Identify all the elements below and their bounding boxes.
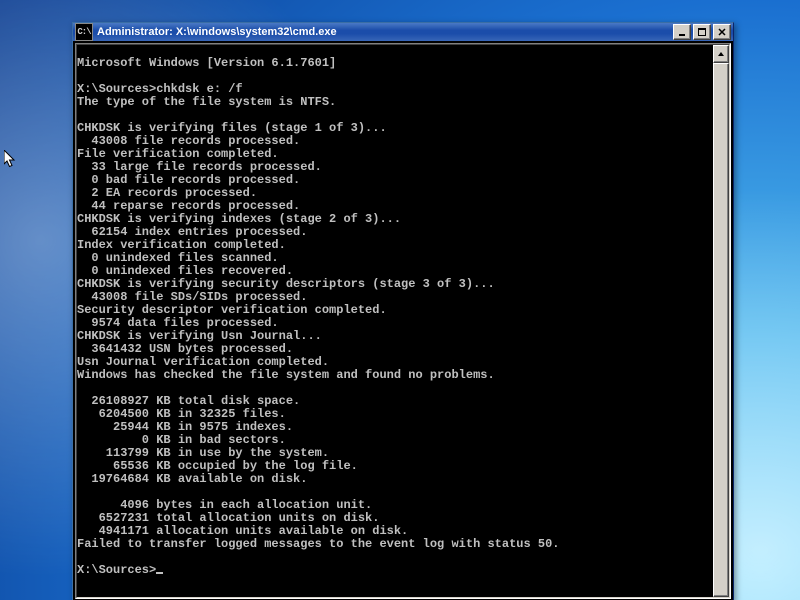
scroll-up-button[interactable] — [713, 45, 729, 63]
chevron-up-icon — [717, 50, 725, 58]
command-prompt-window: C:\ Administrator: X:\windows\system32\c… — [72, 22, 734, 600]
titlebar[interactable]: C:\ Administrator: X:\windows\system32\c… — [73, 23, 733, 41]
minimize-button[interactable] — [673, 24, 691, 40]
maximize-icon — [698, 28, 706, 36]
client-inner: Microsoft Windows [Version 6.1.7601] X:\… — [76, 44, 730, 598]
terminal-output[interactable]: Microsoft Windows [Version 6.1.7601] X:\… — [77, 57, 713, 585]
window-title: Administrator: X:\windows\system32\cmd.e… — [97, 26, 671, 38]
maximize-button[interactable] — [693, 24, 711, 40]
text-cursor — [156, 572, 163, 574]
minimize-icon — [678, 28, 686, 36]
vertical-scrollbar[interactable] — [713, 45, 729, 597]
cmd-icon: C:\ — [75, 23, 93, 41]
close-button[interactable] — [713, 24, 731, 40]
close-icon — [718, 28, 726, 36]
scroll-thumb[interactable] — [713, 63, 729, 597]
mouse-cursor — [4, 150, 17, 169]
client-frame: Microsoft Windows [Version 6.1.7601] X:\… — [75, 43, 731, 599]
scroll-track[interactable] — [713, 63, 729, 579]
